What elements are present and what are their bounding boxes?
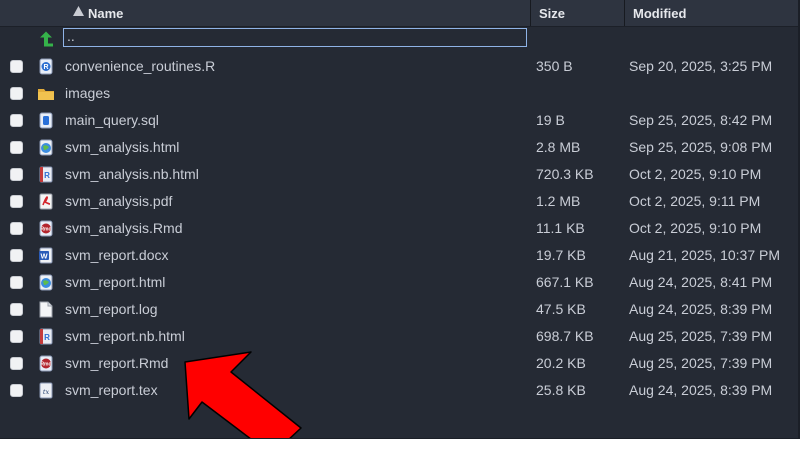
files-pane: Name Size Modified .. Rconvenience_routi… [0, 0, 800, 439]
red-arrow-icon [184, 351, 302, 438]
